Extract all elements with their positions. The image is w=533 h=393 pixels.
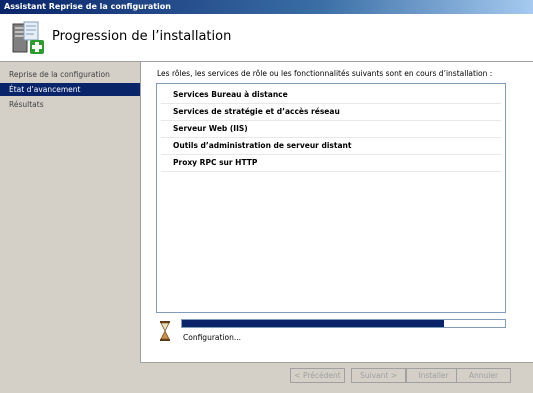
install-button[interactable]: Installer: [406, 368, 461, 383]
progress-bar: [181, 319, 506, 328]
page-title: Progression de l’installation: [52, 29, 232, 44]
wizard-steps-nav: Reprise de la configuration État d’avanc…: [0, 62, 140, 393]
wizard-header: Progression de l’installation: [0, 14, 533, 62]
list-item: Services de stratégie et d’accès réseau: [161, 104, 501, 121]
window-title: Assistant Reprise de la configuration: [0, 0, 533, 14]
progress-status: Configuration...: [183, 333, 242, 342]
list-item: Proxy RPC sur HTTP: [161, 155, 501, 172]
hourglass-icon: [160, 321, 170, 341]
cancel-button[interactable]: Annuler: [456, 368, 511, 383]
nav-item-reprise[interactable]: Reprise de la configuration: [0, 68, 140, 81]
server-roles-install-icon: [12, 21, 44, 54]
nav-item-etat-avancement[interactable]: État d’avancement: [0, 83, 140, 96]
wizard-footer: < Précédent Suivant > Installer Annuler: [140, 362, 533, 393]
installation-list[interactable]: Services Bureau à distance Services de s…: [156, 83, 506, 313]
list-item: Outils d’administration de serveur dista…: [161, 138, 501, 155]
list-item: Serveur Web (IIS): [161, 121, 501, 138]
nav-item-resultats[interactable]: Résultats: [0, 98, 140, 111]
next-button[interactable]: Suivant >: [351, 368, 406, 383]
intro-text: Les rôles, les services de rôle ou les f…: [157, 69, 493, 78]
main-panel: Les rôles, les services de rôle ou les f…: [140, 62, 533, 393]
progress-fill: [182, 320, 444, 327]
previous-button[interactable]: < Précédent: [290, 368, 345, 383]
list-item: Services Bureau à distance: [161, 87, 501, 104]
wizard-window: Assistant Reprise de la configuration Pr…: [0, 0, 533, 393]
